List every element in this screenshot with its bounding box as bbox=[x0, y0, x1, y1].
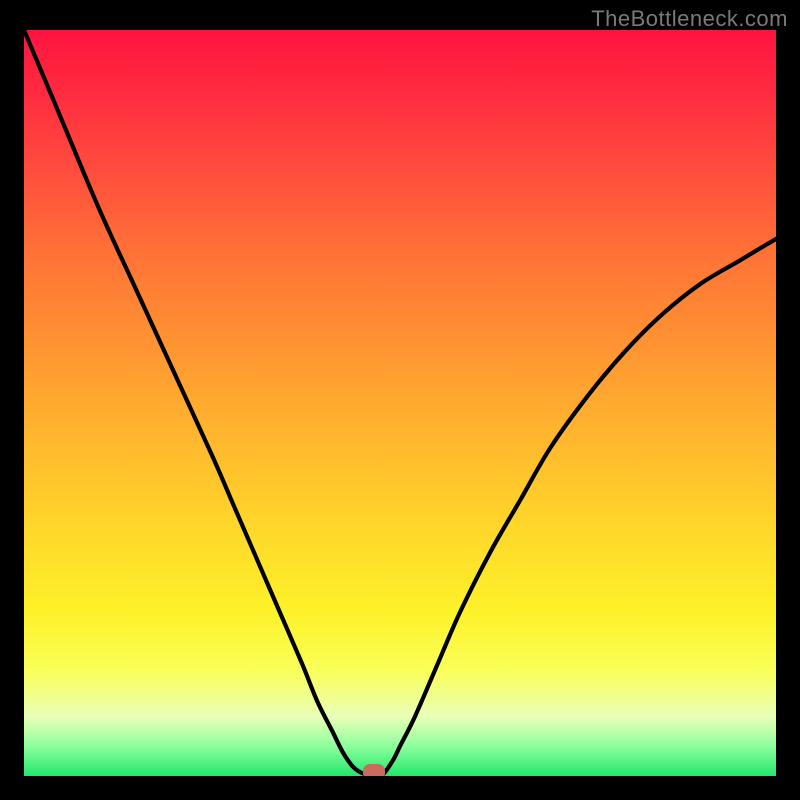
bottleneck-curve bbox=[24, 30, 776, 776]
plot-area bbox=[24, 30, 776, 776]
watermark-text: TheBottleneck.com bbox=[591, 6, 788, 32]
chart-frame: TheBottleneck.com bbox=[0, 0, 800, 800]
optimal-point-marker bbox=[363, 764, 385, 776]
